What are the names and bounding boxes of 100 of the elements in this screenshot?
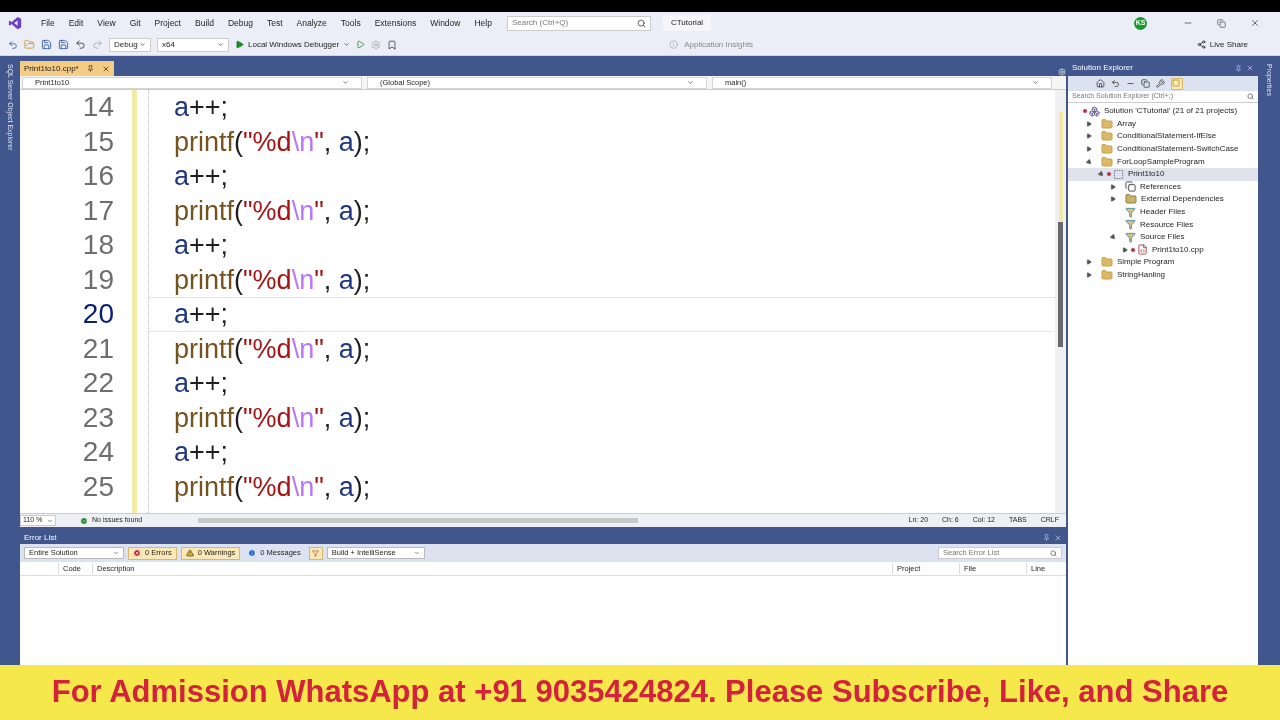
code-line: printf("%d\n", a); [174,125,372,159]
caret-icon[interactable] [343,41,351,48]
folder-icon [1101,130,1113,143]
search-icon[interactable] [1247,93,1254,100]
line-number: 20 [81,297,115,332]
tree-item[interactable]: ConditionalStatement-IfElse [1068,130,1258,143]
tree-label: External Dependencies [1141,193,1224,206]
save-icon[interactable] [41,39,52,50]
menu-item[interactable]: View [90,16,123,30]
caret-icon[interactable] [687,79,694,86]
configuration-dropdown[interactable]: Debug [109,37,151,52]
code-line: a++; [174,436,230,469]
close-icon[interactable] [101,64,110,73]
tree-item[interactable]: ForLoopSampleProgram [1068,155,1258,168]
home-icon[interactable] [1096,79,1105,88]
tree-label: ConditionalStatement-SwitchCase [1117,143,1239,156]
play-icon[interactable] [356,40,366,49]
caret-icon[interactable] [113,550,119,556]
bookmark-icon[interactable] [387,39,398,50]
caret-icon[interactable] [413,550,420,556]
line-number: 22 [81,366,115,401]
menu-item[interactable]: Analyze [289,16,334,30]
tree-item[interactable]: Print1to10.cpp [1068,243,1258,257]
tree-item[interactable]: Print1to10 [1068,167,1258,181]
wrench-icon[interactable] [1156,79,1165,88]
app-logo-icon [8,16,22,30]
project-icon [1113,168,1124,180]
folder-icon [1101,155,1113,168]
folder-icon [1101,256,1113,269]
undo-icon[interactable] [75,39,86,50]
settings-icon[interactable] [1058,68,1066,76]
menu-item[interactable]: Window [423,16,468,30]
caret-icon[interactable] [342,79,349,86]
caret-icon[interactable] [1032,79,1039,86]
pin-icon[interactable] [1043,533,1050,542]
menu-item[interactable]: Tools [333,16,368,30]
tree-item[interactable]: Source Files [1068,230,1258,244]
menu-item[interactable]: Help [467,16,499,30]
copy-icon[interactable] [1141,79,1150,88]
tree-item[interactable]: Array [1068,117,1258,131]
expand-arrow-icon[interactable] [1086,133,1092,140]
tree-label: StringHanling [1117,269,1166,281]
menu-item[interactable]: Project [147,16,188,30]
tree-item[interactable]: ConditionalStatement-SwitchCase [1068,142,1258,156]
tree-item[interactable]: Resource Files [1068,218,1258,231]
editor-tab[interactable]: Print1to10.cpp* [20,61,114,76]
menu-item[interactable]: Debug [220,16,260,30]
play-icon [235,40,244,49]
caret-icon[interactable] [47,517,53,524]
expand-arrow-icon[interactable] [1086,146,1092,153]
platform-dropdown[interactable]: x64 [157,37,229,52]
menu-item[interactable]: File [34,16,62,30]
menu-item[interactable]: Edit [61,16,91,30]
search-icon[interactable] [636,18,646,28]
menu-item[interactable]: Build [188,16,221,30]
caret-icon[interactable] [217,41,224,48]
tree-item[interactable]: Solution 'CTutorial' (21 of 21 projects) [1068,105,1258,118]
close-icon[interactable] [1250,18,1260,28]
tree-item[interactable]: Header Files [1068,205,1258,219]
menu-item[interactable]: Extensions [367,16,424,30]
tree-item[interactable]: Simple Program [1068,256,1258,269]
menu-item[interactable]: Test [259,16,290,30]
filter-icon [1125,219,1136,231]
expand-arrow-icon[interactable] [1110,183,1116,190]
tree-item[interactable]: External Dependencies [1068,193,1258,206]
expand-arrow-icon[interactable] [1122,246,1128,253]
search-icon[interactable] [1050,549,1057,557]
close-icon[interactable] [1054,533,1062,542]
expand-arrow-icon[interactable] [1110,196,1116,203]
menu-item[interactable]: Git [122,16,148,30]
run-button[interactable]: Local Windows Debugger [235,38,351,51]
save-all-icon[interactable] [58,39,69,50]
expand-arrow-icon[interactable] [1086,272,1092,278]
restore-icon[interactable] [1217,18,1226,28]
collapse-arrow-icon[interactable] [1084,157,1094,166]
line-number: 16 [81,159,115,194]
folder-icon [1101,269,1113,281]
expand-arrow-icon[interactable] [1086,259,1092,266]
code-line: printf("%d\n", a); [174,470,372,504]
pin-icon[interactable] [1235,64,1242,72]
folder-icon[interactable] [24,39,35,50]
tree-item[interactable]: StringHanling [1068,268,1258,282]
filter-icon[interactable] [308,546,323,560]
expand-arrow-icon[interactable] [1086,120,1092,127]
scrollbar[interactable] [1055,90,1066,513]
folder-icon [1101,117,1113,130]
tree-item[interactable]: References [1068,180,1258,194]
code-line: printf("%d\n", a); [174,401,372,435]
search-field[interactable]: Search (Ctrl+Q) [506,15,651,31]
line-number: 15 [81,124,115,159]
warning-icon [185,549,194,557]
code-line: printf("%d\n", a); [174,332,372,366]
line-number: 21 [81,331,115,366]
pin-icon[interactable] [86,65,94,72]
line-number: 23 [81,400,115,435]
collapse-arrow-icon[interactable] [1096,170,1106,179]
close-icon[interactable] [1246,64,1254,72]
collapse-arrow-icon[interactable] [1108,233,1118,242]
caret-icon[interactable] [139,41,146,48]
live-share-button[interactable]: Live Share [1196,38,1248,51]
